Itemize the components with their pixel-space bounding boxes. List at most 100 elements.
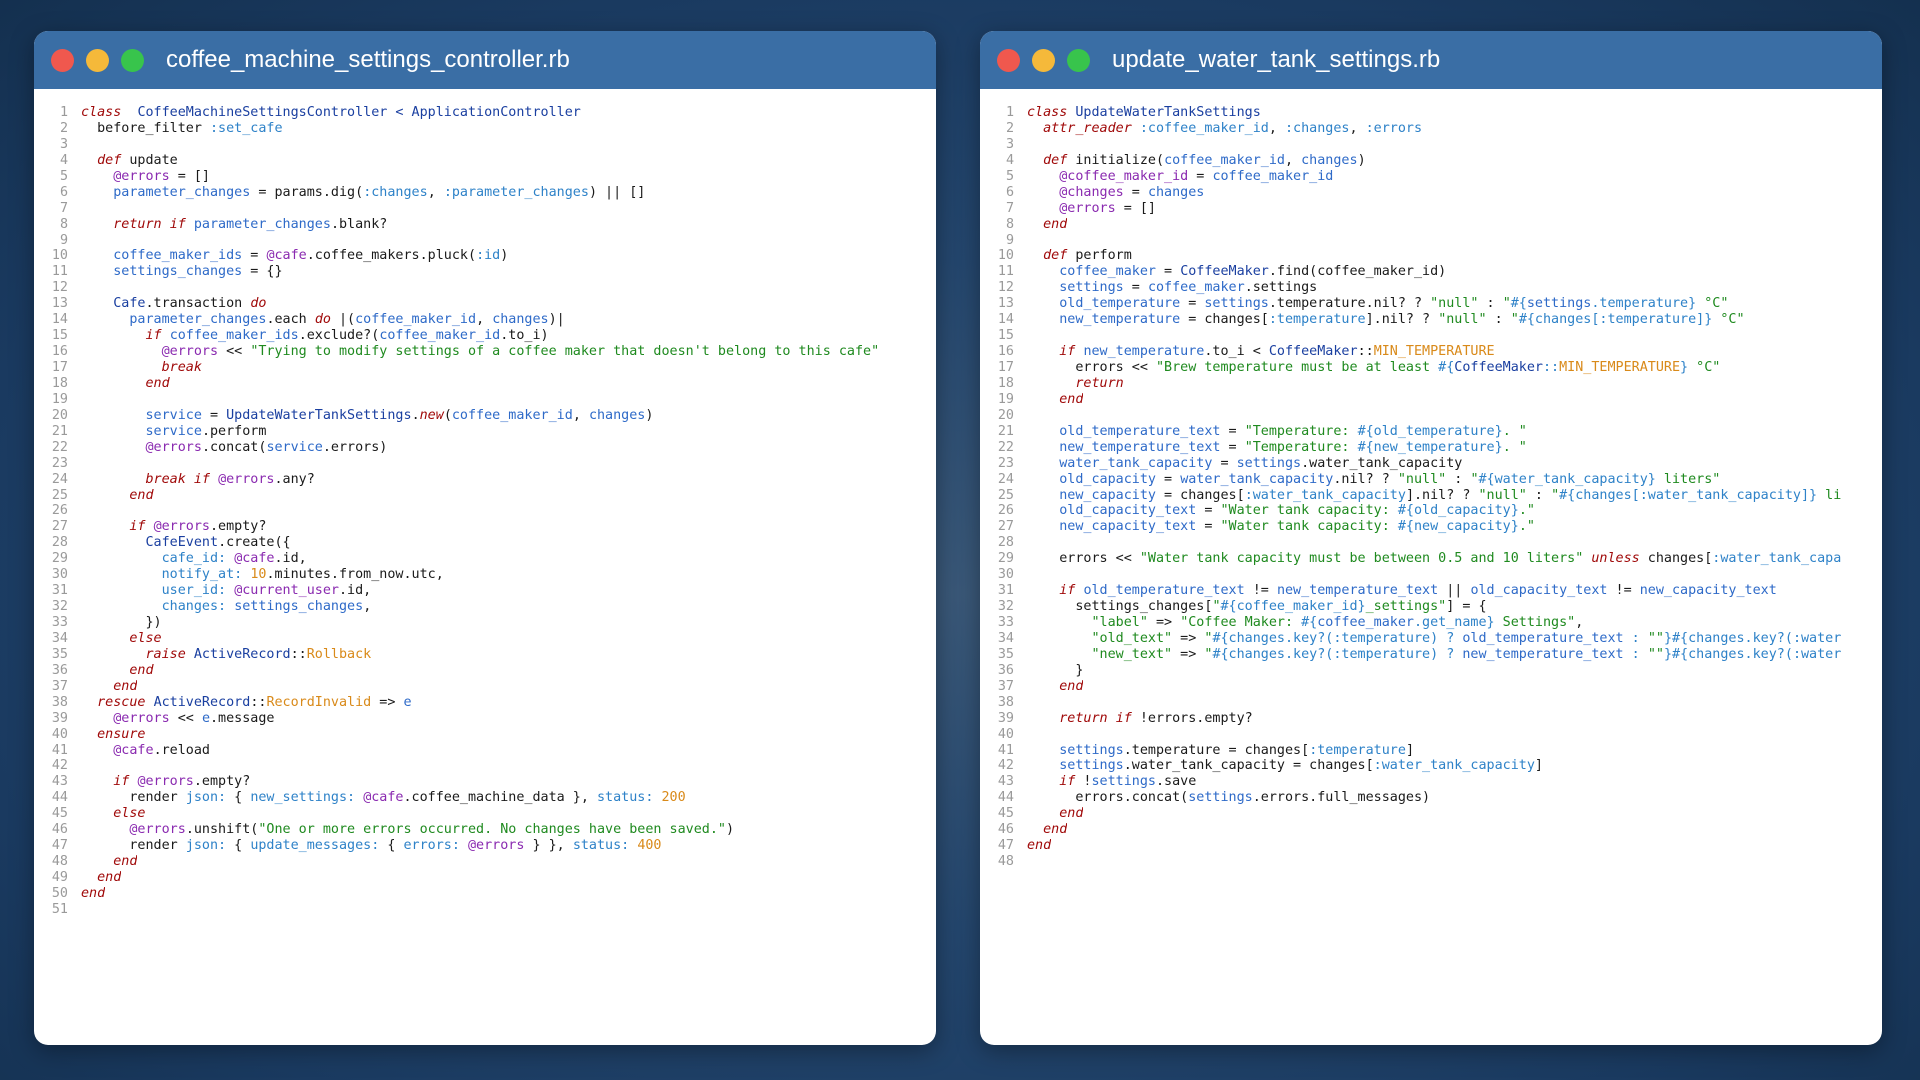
- code-token: if: [193, 471, 210, 487]
- line-number: 20: [51, 407, 68, 423]
- code-token: =>: [1172, 646, 1205, 662]
- code-token: settings: [1091, 774, 1157, 790]
- code-token: user_id:: [161, 583, 227, 599]
- code-line: 23 water_tank_capacity = settings.water_…: [980, 456, 1882, 472]
- right-code-area[interactable]: 1 class UpdateWaterTankSettings 2 attr_rea…: [980, 89, 1882, 870]
- close-window-button[interactable]: [997, 48, 1020, 72]
- code-token: = []: [1115, 200, 1156, 216]
- code-token: "Brew temperature must be at least: [1156, 360, 1439, 375]
- line-source: [68, 503, 81, 519]
- line-number: 45: [51, 806, 68, 822]
- code-line: 18 end: [34, 376, 936, 392]
- code-line: 22 new_temperature_text = "Temperature: …: [980, 440, 1882, 456]
- line-number: 9: [59, 232, 68, 248]
- line-number: 40: [51, 726, 68, 742]
- code-token: = []: [169, 168, 210, 184]
- code-token: .find(coffee_maker_id): [1268, 264, 1447, 280]
- line-source: settings = coffee_maker.settings: [1014, 280, 1317, 296]
- line-number: 5: [59, 168, 68, 184]
- code-token: settings: [1059, 758, 1124, 774]
- code-line: 5 @errors = []: [34, 169, 936, 185]
- minimize-window-button[interactable]: [86, 48, 109, 72]
- close-window-button[interactable]: [51, 48, 74, 72]
- code-token: .nil? ?: [1333, 471, 1398, 487]
- code-token: coffee_maker: [1317, 615, 1414, 630]
- code-token: :temperature: [1333, 630, 1431, 646]
- code-line: 10 def perform: [980, 248, 1882, 264]
- code-token: do: [250, 296, 267, 312]
- code-token: errors.concat(: [1027, 790, 1189, 806]
- code-token: return: [1059, 710, 1108, 726]
- line-number: 15: [997, 328, 1014, 344]
- code-token: new_temperature_text: [1462, 646, 1624, 662]
- code-line: 25 end: [34, 488, 936, 504]
- line-number: 7: [1005, 200, 1014, 216]
- code-line: 28: [980, 535, 1882, 551]
- line-number: 5: [1005, 168, 1014, 184]
- code-token: status:: [572, 838, 630, 854]
- line-number: 35: [997, 646, 1014, 662]
- code-token: "Water tank capacity:: [1220, 503, 1398, 519]
- code-token: .water_tank_capacity = changes[: [1123, 758, 1374, 774]
- line-number: 18: [51, 375, 68, 391]
- code-token: if: [1059, 583, 1076, 599]
- code-token: #{changes.key?(: [1212, 646, 1334, 662]
- code-token: break: [161, 360, 202, 375]
- line-source: end: [1014, 217, 1067, 233]
- line-number: 39: [997, 710, 1014, 726]
- code-token: :water_tank_capacity: [1373, 758, 1535, 774]
- line-source: def update: [68, 153, 178, 169]
- maximize-window-button[interactable]: [1067, 48, 1090, 72]
- line-number: 8: [59, 216, 68, 232]
- line-source: coffee_maker_ids = @cafe.coffee_makers.p…: [68, 248, 508, 264]
- code-token: :parameter_changes: [443, 184, 589, 200]
- line-number: 42: [997, 758, 1014, 774]
- code-line: 12 settings = coffee_maker.settings: [980, 280, 1882, 296]
- code-token: !=: [1607, 583, 1640, 599]
- line-source: class UpdateWaterTankSettings: [1014, 105, 1261, 121]
- line-source: changes: settings_changes,: [68, 599, 372, 615]
- code-line: 44 render json: { new_settings: @cafe.co…: [34, 790, 936, 806]
- code-line: 27 if @errors.empty?: [34, 519, 936, 535]
- code-line: 43 if !settings.save: [980, 774, 1882, 790]
- code-token: .blank?: [330, 216, 388, 232]
- code-token: #{new_capacity}: [1397, 519, 1519, 535]
- line-source: settings.temperature = changes[:temperat…: [1014, 743, 1414, 759]
- code-line: 34 "old_text" => "#{changes.key?(:temper…: [980, 631, 1882, 647]
- line-source: break if @errors.any?: [68, 472, 315, 488]
- line-number: 32: [997, 599, 1014, 615]
- line-number: 25: [997, 487, 1014, 503]
- code-token: ::: [1357, 344, 1374, 360]
- line-source: [1014, 727, 1027, 743]
- line-source: notify_at: 10.minutes.from_now.utc,: [68, 567, 444, 583]
- line-source: [1014, 137, 1027, 153]
- code-token: @errors: [1059, 200, 1116, 216]
- code-line: 42 settings.water_tank_capacity = change…: [980, 758, 1882, 774]
- maximize-window-button[interactable]: [121, 48, 144, 72]
- left-code-area[interactable]: 1 class CoffeeMachineSettingsController <…: [34, 89, 936, 918]
- minimize-window-button[interactable]: [1032, 48, 1055, 72]
- code-token: json:: [185, 790, 227, 806]
- code-line: 41 @cafe.reload: [34, 743, 936, 759]
- code-token: .coffee_makers.pluck(: [306, 248, 477, 264]
- code-line: 37 end: [980, 679, 1882, 695]
- line-number: 41: [997, 742, 1014, 758]
- line-source: [1014, 233, 1027, 249]
- code-line: 20: [980, 408, 1882, 424]
- code-token: if: [1059, 774, 1076, 790]
- line-number: 2: [59, 120, 68, 136]
- line-number: 46: [997, 822, 1014, 838]
- line-source: @errors = []: [1014, 201, 1156, 217]
- code-token: |(: [330, 312, 356, 328]
